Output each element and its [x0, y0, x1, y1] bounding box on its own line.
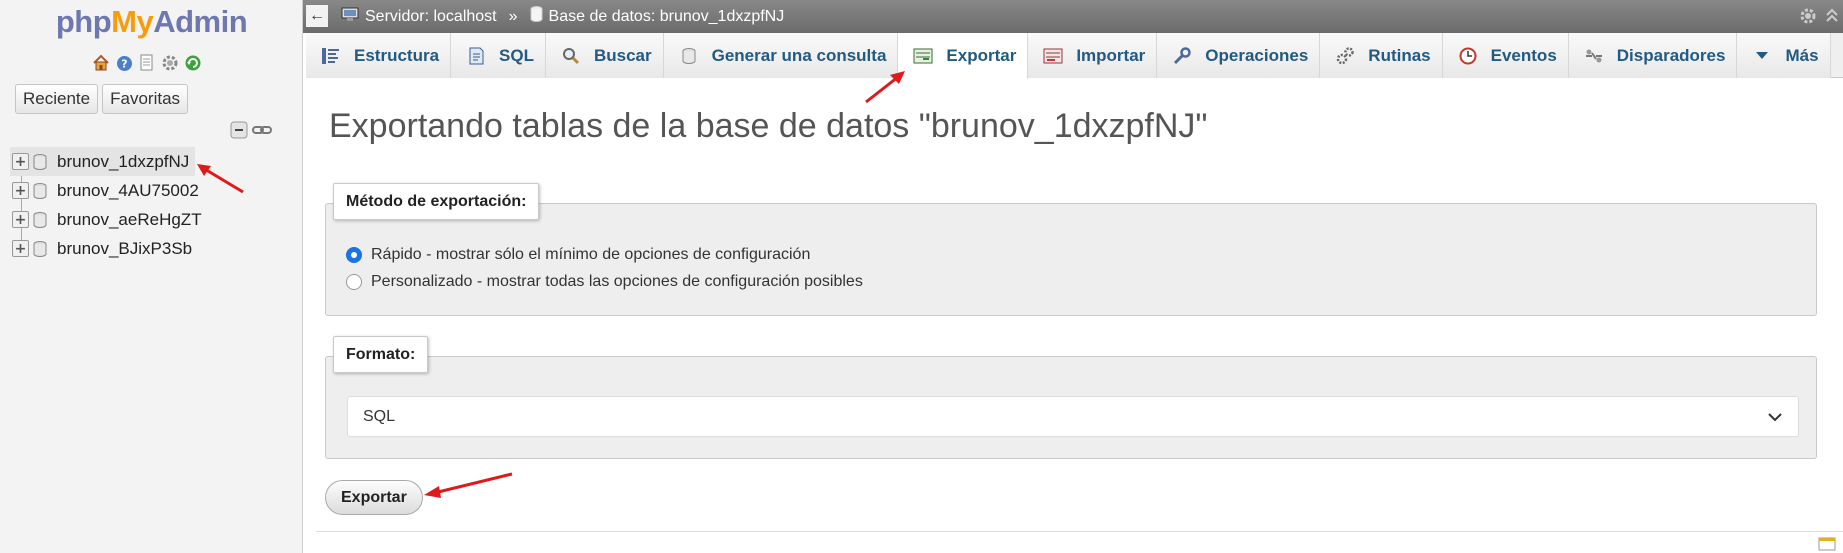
tab-eventos[interactable]: Eventos: [1442, 33, 1569, 78]
wrench-icon: [1171, 46, 1193, 66]
radio-quick[interactable]: [346, 247, 362, 263]
breadcrumb-server[interactable]: Servidor: localhost: [365, 8, 497, 26]
collapse-top-icon[interactable]: [1825, 7, 1839, 30]
database-icon: [33, 211, 47, 228]
expand-icon[interactable]: +: [12, 211, 29, 228]
format-select[interactable]: SQL: [347, 396, 1799, 437]
collapse-nav-arrow-icon[interactable]: ←: [306, 5, 328, 27]
radio-quick-label[interactable]: Rápido - mostrar sólo el mínimo de opcio…: [371, 246, 810, 264]
database-icon: [33, 240, 47, 257]
triggers-icon: [1583, 46, 1605, 66]
tab-disparadores[interactable]: Disparadores: [1568, 33, 1738, 78]
tab-label: SQL: [499, 45, 534, 65]
docs-icon[interactable]: [137, 53, 157, 73]
annotation-arrow: [865, 71, 905, 104]
help-icon[interactable]: ?: [114, 53, 134, 73]
top-bar-controls: [1799, 7, 1839, 30]
export-button[interactable]: Exportar: [325, 480, 423, 515]
tab-buscar[interactable]: Buscar: [545, 33, 664, 78]
radio-custom[interactable]: [346, 274, 362, 290]
collapse-all-icon[interactable]: [230, 121, 248, 143]
phpmyadmin-logo[interactable]: phpMyAdmin: [0, 4, 303, 40]
search-icon: [560, 46, 582, 66]
tree-item-db-4[interactable]: + brunov_BJixP3Sb: [10, 234, 300, 263]
tab-importar[interactable]: Importar: [1028, 33, 1158, 78]
tree-item-db-2[interactable]: + brunov_4AU75002: [10, 176, 300, 205]
clock-icon: [1457, 46, 1479, 66]
navigation-panel: phpMyAdmin ? Reciente Favoritas + brunov…: [0, 0, 303, 553]
console-icon[interactable]: [1818, 537, 1836, 551]
home-icon[interactable]: [91, 53, 111, 73]
tab-label: Exportar: [946, 45, 1017, 65]
database-name[interactable]: brunov_BJixP3Sb: [57, 239, 192, 259]
tab-label: Eventos: [1490, 45, 1557, 65]
gear-icon[interactable]: [1799, 7, 1817, 30]
tab-label: Disparadores: [1616, 45, 1726, 65]
annotation-arrow: [424, 472, 513, 498]
annotation-arrow: [197, 164, 244, 194]
database-name[interactable]: brunov_4AU75002: [57, 181, 199, 201]
tab-label: Operaciones: [1205, 45, 1309, 65]
breadcrumb-database[interactable]: Base de datos: brunov_1dxzpfNJ: [549, 8, 785, 26]
favorites-button[interactable]: Favoritas: [102, 84, 189, 114]
tab-label: Rutinas: [1368, 45, 1431, 65]
expand-icon[interactable]: +: [12, 240, 29, 257]
export-icon: [912, 46, 934, 66]
link-icon[interactable]: [252, 121, 272, 143]
tree-controls: [230, 121, 272, 143]
tab-label: Importar: [1076, 45, 1146, 65]
export-method-fieldset: Método de exportación: Rápido - mostrar …: [325, 183, 1817, 316]
database-name[interactable]: brunov_aeReHgZT: [57, 210, 202, 230]
export-method-legend: Método de exportación:: [333, 183, 540, 220]
breadcrumb: Servidor: localhost » Base de datos: bru…: [341, 0, 784, 33]
tree-item-db-3[interactable]: + brunov_aeReHgZT: [10, 205, 300, 234]
divider: [316, 531, 1843, 532]
sql-icon: [465, 46, 487, 66]
format-selected-value: SQL: [363, 407, 396, 425]
nav-icon-bar: ?: [91, 53, 203, 73]
tab-label: Estructura: [354, 45, 440, 65]
caret-down-icon: [1751, 46, 1773, 66]
database-name[interactable]: brunov_1dxzpfNJ: [57, 152, 189, 172]
server-icon: [341, 6, 359, 27]
page-title: Exportando tablas de la base de datos "b…: [329, 107, 1208, 145]
tab-operaciones[interactable]: Operaciones: [1157, 33, 1321, 78]
reload-icon[interactable]: [183, 53, 203, 73]
database-tree: + brunov_1dxzpfNJ + brunov_4AU75002 + br…: [10, 147, 300, 263]
expand-icon[interactable]: +: [12, 182, 29, 199]
tab-sql[interactable]: SQL: [451, 33, 546, 78]
recent-button[interactable]: Reciente: [15, 84, 99, 114]
tab-mas[interactable]: Más: [1737, 33, 1831, 78]
radio-quick-option[interactable]: Rápido - mostrar sólo el mínimo de opcio…: [346, 246, 810, 264]
format-legend: Formato:: [333, 336, 429, 373]
top-bar: ← Servidor: localhost » Base de datos: b…: [303, 0, 1843, 33]
database-icon: [530, 6, 543, 27]
tab-bar: Estructura SQL Buscar Generar una consul…: [306, 33, 1843, 79]
tab-label: Generar una consulta: [711, 45, 887, 65]
import-icon: [1042, 46, 1064, 66]
tab-label: Buscar: [593, 45, 652, 65]
routines-icon: [1334, 46, 1356, 66]
expand-icon[interactable]: +: [12, 153, 29, 170]
query-icon: [678, 46, 700, 66]
database-icon: [33, 182, 47, 199]
tab-estructura[interactable]: Estructura: [306, 33, 452, 78]
database-icon: [33, 153, 47, 170]
settings-icon[interactable]: [160, 53, 180, 73]
tab-label: Más: [1785, 45, 1819, 65]
radio-custom-label[interactable]: Personalizado - mostrar todas las opcion…: [371, 273, 863, 291]
tab-rutinas[interactable]: Rutinas: [1320, 33, 1443, 78]
breadcrumb-separator: »: [508, 7, 518, 25]
chevron-down-icon: [1766, 408, 1784, 426]
tab-exportar[interactable]: Exportar: [898, 33, 1029, 79]
svg-text:?: ?: [121, 57, 127, 70]
format-fieldset: Formato: SQL: [325, 336, 1817, 459]
nav-button-group: Reciente Favoritas: [15, 84, 189, 114]
structure-icon: [320, 46, 342, 66]
tree-item-db-1[interactable]: + brunov_1dxzpfNJ: [10, 147, 195, 176]
radio-custom-option[interactable]: Personalizado - mostrar todas las opcion…: [346, 273, 863, 291]
